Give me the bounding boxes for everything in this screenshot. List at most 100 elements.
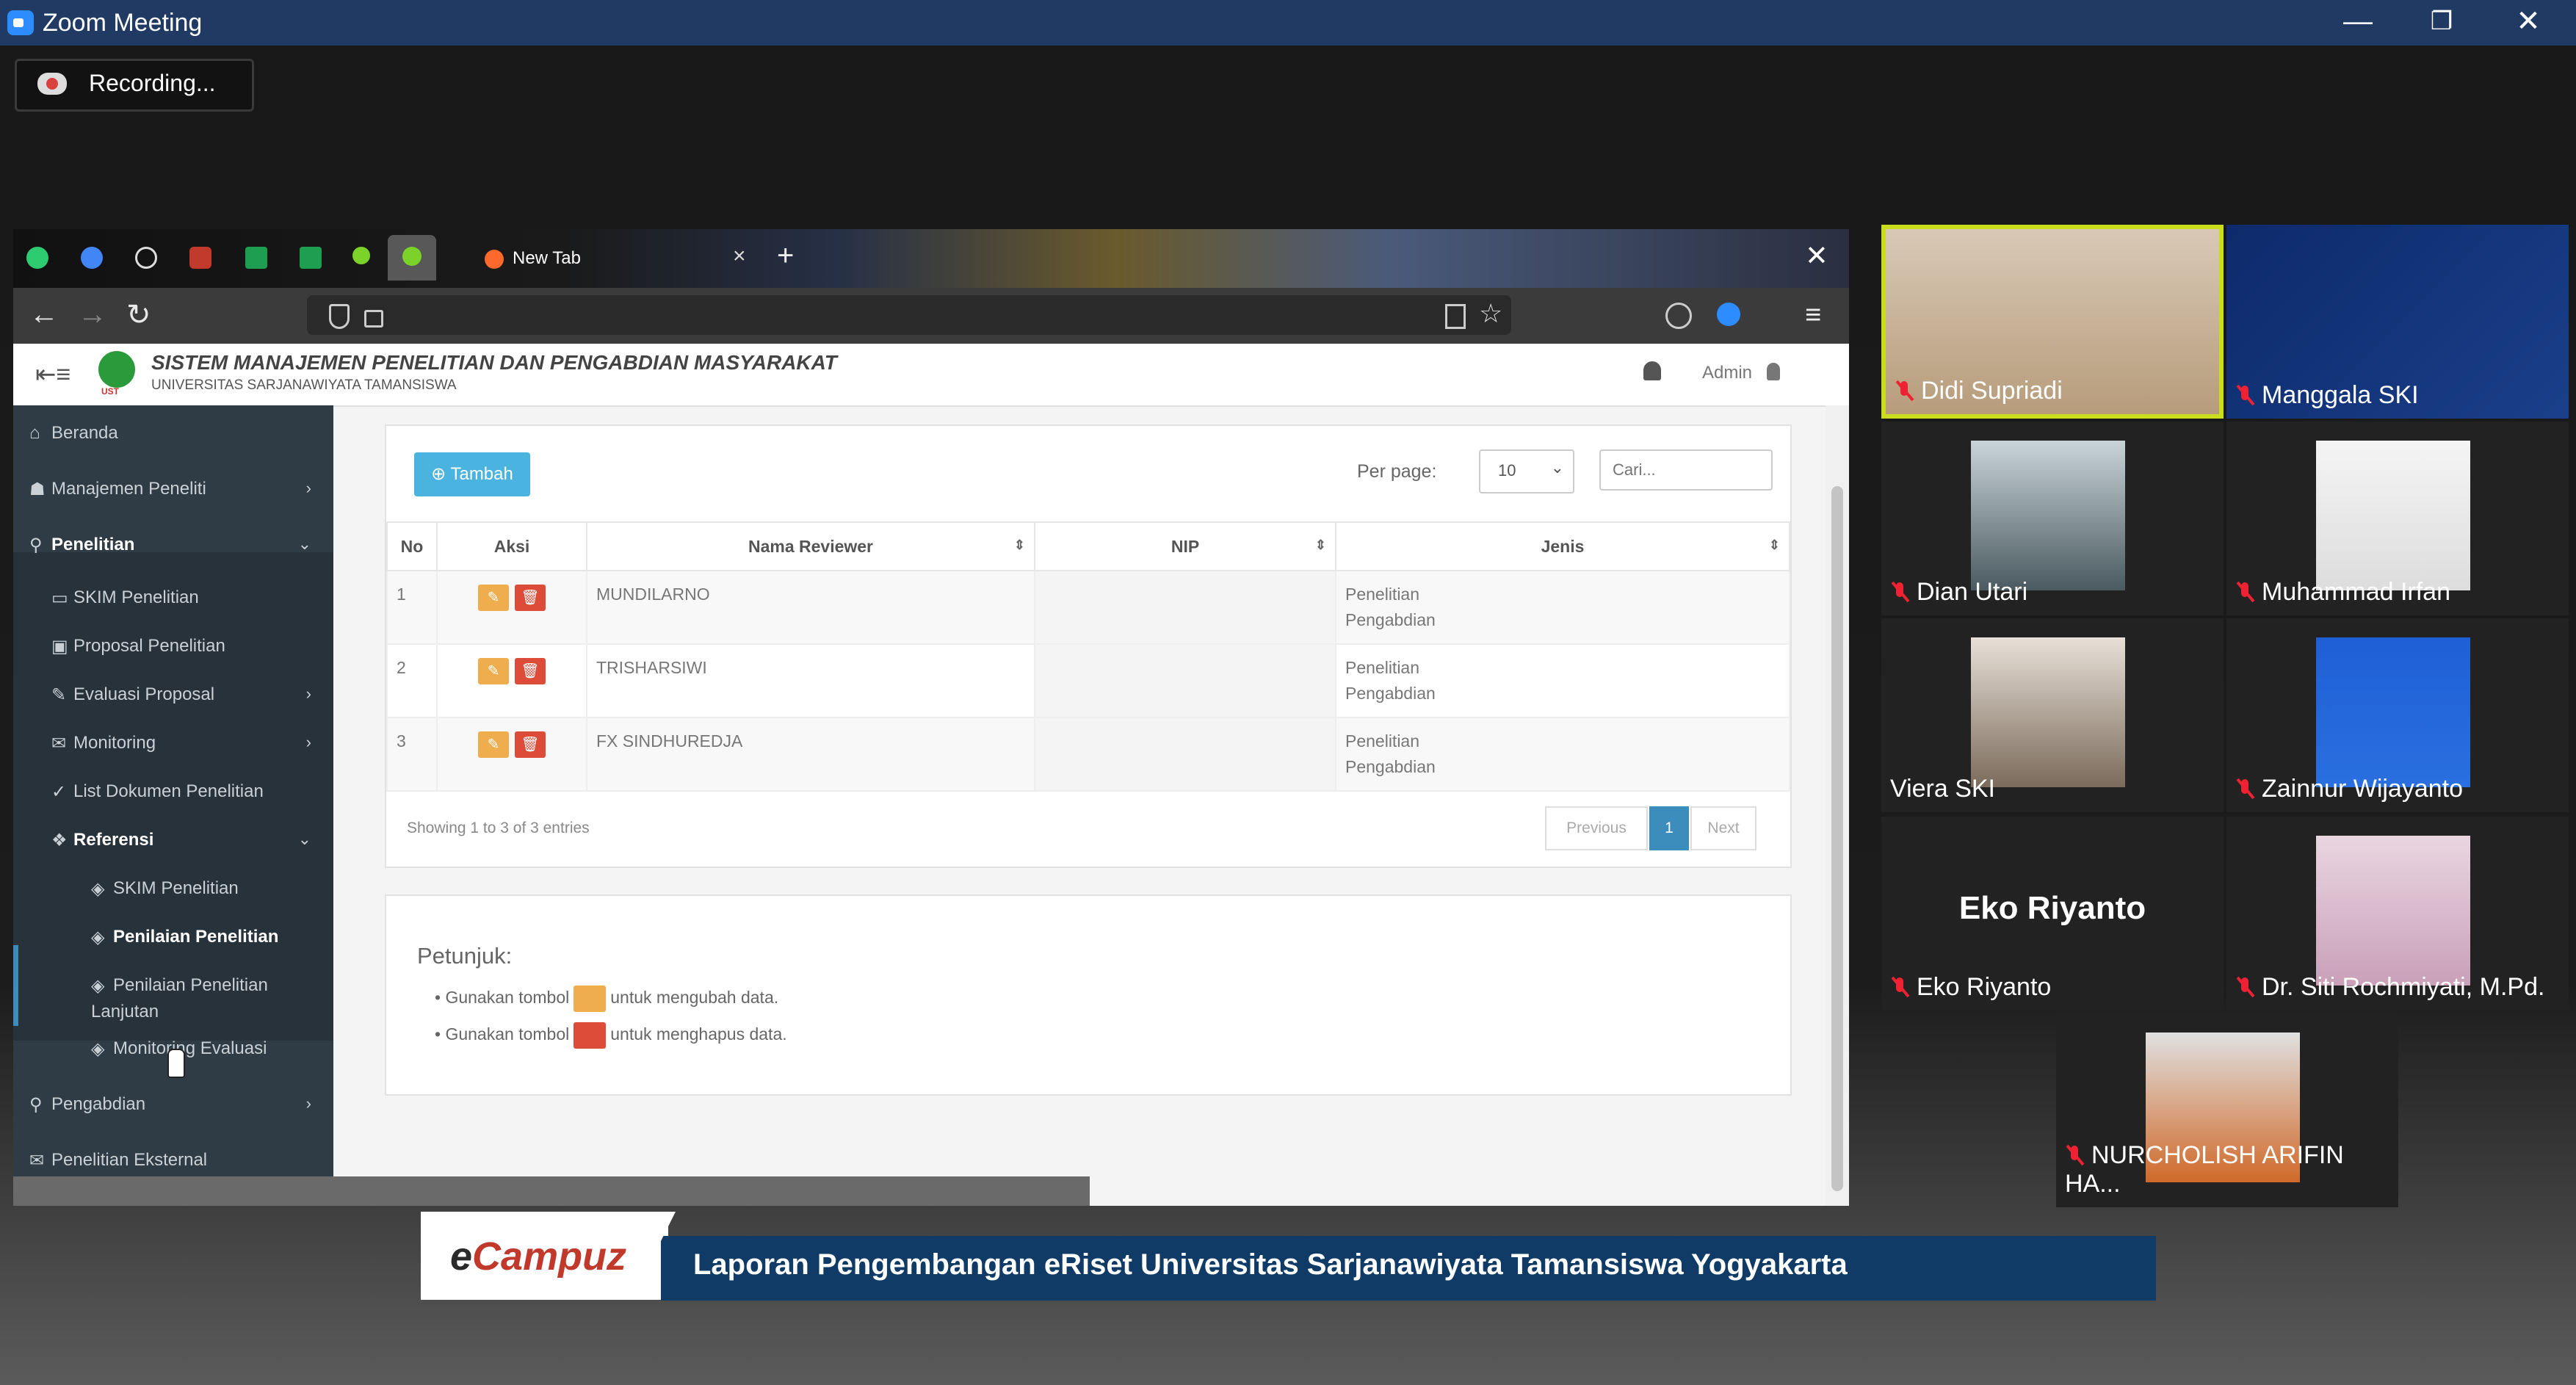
user-icon[interactable] <box>1767 363 1780 380</box>
extension-icon[interactable] <box>1717 303 1740 326</box>
delete-button[interactable]: 🗑 <box>515 585 546 611</box>
drive-icon[interactable] <box>81 247 103 269</box>
add-button[interactable]: ⊕ Tambah <box>414 452 530 496</box>
participant-tile[interactable]: Zainnur Wijayanto <box>2226 618 2569 812</box>
edit-button[interactable]: ✎ <box>478 585 509 611</box>
bell-icon[interactable] <box>1643 361 1661 380</box>
page-scrollbar[interactable] <box>1826 405 1849 1206</box>
sidebar-item-label: List Dokumen Penelitian <box>73 781 264 801</box>
window-titlebar: Zoom Meeting — ❐ ✕ <box>0 0 2576 46</box>
tab-close-icon[interactable]: × <box>733 244 746 269</box>
check-icon: ✓ <box>51 782 67 802</box>
participant-placeholder-name: Eko Riyanto <box>1958 890 2146 926</box>
participant-name: Manggala SKI <box>2262 381 2419 409</box>
sidebar-toggle-icon[interactable]: ⇤≡ <box>35 360 70 389</box>
whatsapp-icon[interactable] <box>26 247 48 269</box>
sort-icon[interactable]: ⇕ <box>1014 538 1025 553</box>
edit-button[interactable]: ✎ <box>478 658 509 684</box>
forward-button[interactable]: → <box>78 298 107 331</box>
user-icon: ☗ <box>29 480 46 499</box>
reader-view-icon[interactable] <box>1445 304 1466 329</box>
sidebar-item-label: Manajemen Peneliti <box>51 479 206 499</box>
participant-tile[interactable]: Didi Supriadi <box>1881 225 2224 419</box>
sidebar-item[interactable]: ⚲ Penelitian ⌄ <box>13 535 333 564</box>
caption-divider <box>632 1212 676 1300</box>
cell-no: 1 <box>386 570 438 645</box>
chevron-icon: ⌄ <box>297 830 311 848</box>
column-header-no[interactable]: No <box>386 521 438 571</box>
leaf-icon[interactable] <box>352 247 370 264</box>
delete-button[interactable]: 🗑 <box>515 658 546 684</box>
tracking-shield-icon[interactable] <box>329 304 350 329</box>
tab-pinned-active[interactable] <box>388 235 436 281</box>
column-header-nip[interactable]: NIP ⇕ <box>1034 521 1336 571</box>
scrollbar-thumb[interactable] <box>1831 486 1843 1191</box>
home-icon: ⌂ <box>29 423 40 443</box>
previous-button[interactable]: Previous <box>1545 806 1648 850</box>
jenis-line: Penelitian <box>1345 658 1420 677</box>
pocket-icon[interactable] <box>1665 303 1692 329</box>
sidebar-item[interactable]: ✓ List Dokumen Penelitian <box>13 781 333 811</box>
participant-tile[interactable]: Muhammad Irfan <box>2226 422 2569 615</box>
chevron-icon: › <box>305 479 311 497</box>
per-page-select[interactable]: 10 ⌄ <box>1479 449 1574 493</box>
sidebar-item[interactable]: ▭ SKIM Penelitian <box>13 587 333 617</box>
lock-icon[interactable] <box>364 310 383 328</box>
sidebar-item[interactable]: ▣ Proposal Penelitian <box>13 636 333 665</box>
sidebar-item[interactable]: ◈ SKIM Penelitian <box>13 878 333 908</box>
sidebar-item[interactable]: ◈ Penilaian Penelitian <box>13 927 333 956</box>
url-bar[interactable]: ☆ <box>307 295 1511 335</box>
sheets-icon[interactable] <box>245 247 267 269</box>
sidebar-item[interactable]: ☗ Manajemen Peneliti › <box>13 479 333 508</box>
sidebar-item[interactable]: ✉ Monitoring › <box>13 733 333 762</box>
sort-icon[interactable]: ⇕ <box>1769 538 1780 553</box>
next-button[interactable]: Next <box>1690 806 1756 850</box>
hint-edit-line: • Gunakan tombol untuk mengubah data. <box>435 986 778 1012</box>
app-title: SISTEM MANAJEMEN PENELITIAN DAN PENGABDI… <box>151 351 837 374</box>
maximize-button[interactable]: ❐ <box>2401 0 2482 46</box>
cell-jenis: Penelitian Pengabdian <box>1335 570 1790 645</box>
sidebar-item[interactable]: ❖ Referensi ⌄ <box>13 830 333 859</box>
sidebar-item[interactable]: ✉ Penelitian Eksternal <box>13 1150 333 1179</box>
cube-icon: ◈ <box>91 879 105 899</box>
new-tab-button[interactable]: + <box>777 239 794 272</box>
sidebar-item[interactable]: ◈ Penilaian Penelitian Lanjutan <box>13 975 333 1021</box>
sidebar-item-label: Referensi <box>73 830 154 850</box>
back-button[interactable]: ← <box>29 298 59 331</box>
sidebar-item[interactable]: ⚲ Pengabdian › <box>13 1094 333 1124</box>
page-1-button[interactable]: 1 <box>1649 806 1689 850</box>
sort-icon[interactable]: ⇕ <box>1315 538 1326 553</box>
logo-text: UST <box>101 386 119 397</box>
participant-tile[interactable]: NURCHOLISH ARIFIN HA... <box>2056 1013 2398 1207</box>
participant-tile[interactable]: Dr. Siti Rochmiyati, M.Pd. <box>2226 817 2569 1010</box>
reload-button[interactable]: ↻ <box>126 298 151 332</box>
globe-icon[interactable] <box>135 247 157 269</box>
participant-name: Dian Utari <box>1917 578 2028 606</box>
browser-close-button[interactable]: ✕ <box>1805 239 1828 272</box>
participant-tile[interactable]: Manggala SKI <box>2226 225 2569 419</box>
column-header-jenis[interactable]: Jenis ⇕ <box>1335 521 1790 571</box>
delete-button[interactable]: 🗑 <box>515 731 546 758</box>
participant-tile[interactable]: Eko Riyanto Eko Riyanto <box>1881 817 2224 1010</box>
browser-menu-icon[interactable]: ≡ <box>1805 300 1821 331</box>
minimize-button[interactable]: — <box>2318 0 2398 46</box>
participant-tile[interactable]: Dian Utari <box>1881 422 2224 615</box>
shield-icon[interactable] <box>189 247 211 269</box>
table-row: 3 ✎ 🗑 FX SINDHUREDJA Penelitian Pengabdian <box>386 717 1790 792</box>
user-menu[interactable]: Admin <box>1702 363 1752 383</box>
sidebar-item[interactable]: ⌂ Beranda <box>13 423 333 452</box>
participant-tile[interactable]: Viera SKI <box>1881 618 2224 812</box>
bookmark-star-icon[interactable]: ☆ <box>1479 298 1502 329</box>
app-subtitle: UNIVERSITAS SARJANAWIYATA TAMANSISWA <box>151 377 457 393</box>
sidebar-item[interactable]: ✎ Evaluasi Proposal › <box>13 684 333 714</box>
muted-mic-icon <box>1890 582 1909 601</box>
close-button[interactable]: ✕ <box>2488 0 2569 46</box>
edit-button[interactable]: ✎ <box>478 731 509 758</box>
sheets-icon[interactable] <box>300 247 322 269</box>
horizontal-scrollbar[interactable] <box>13 1176 1090 1206</box>
hint-text: Gunakan tombol <box>445 1024 570 1044</box>
tab-new-tab[interactable]: New Tab × <box>461 235 755 281</box>
recording-indicator[interactable]: Recording... <box>15 59 254 112</box>
search-input[interactable] <box>1599 449 1773 491</box>
column-header-nama-reviewer[interactable]: Nama Reviewer ⇕ <box>586 521 1035 571</box>
